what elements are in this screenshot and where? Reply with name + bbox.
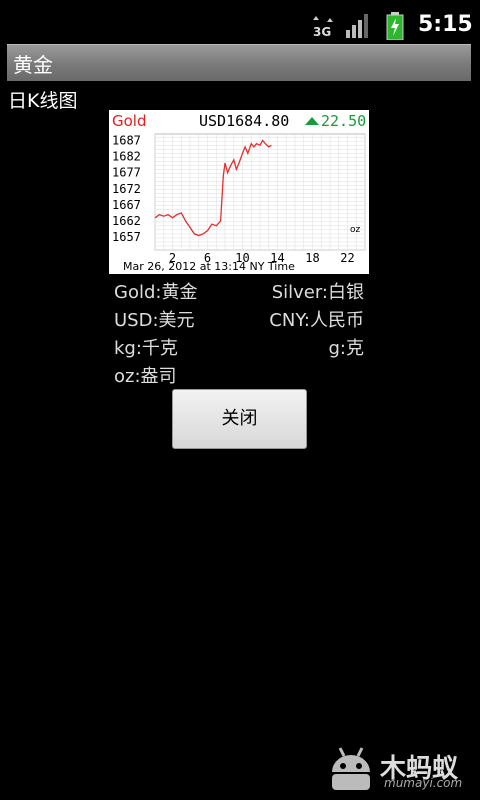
y-tick-label: 1677 bbox=[112, 166, 141, 180]
svg-text:3G: 3G bbox=[313, 25, 331, 38]
battery-charging-icon bbox=[386, 12, 404, 40]
status-bar: 3G 5:15 bbox=[0, 0, 480, 50]
y-tick-label: 1682 bbox=[112, 150, 141, 164]
y-tick-label: 1667 bbox=[112, 198, 141, 212]
price-up-arrow-icon bbox=[305, 117, 319, 125]
watermark-logo: 木蚂蚁 mumayi.com bbox=[326, 742, 476, 796]
chart-symbol: Gold bbox=[112, 112, 147, 130]
x-tick-label: 18 bbox=[305, 251, 319, 265]
legend-item: kg:千克 bbox=[114, 338, 178, 359]
clock: 5:15 bbox=[418, 12, 473, 37]
watermark-url: mumayi.com bbox=[384, 776, 463, 790]
legend-item: g:克 bbox=[328, 338, 365, 359]
window-title: 黄金 bbox=[13, 53, 53, 77]
close-button[interactable]: 关闭 bbox=[172, 389, 307, 449]
legend-item: Gold:黄金 bbox=[114, 282, 198, 303]
legend-row: kg:千克 g:克 bbox=[114, 334, 364, 362]
y-tick-label: 1687 bbox=[112, 133, 141, 147]
chart-canvas: 1687168216771672166716621657 2 6 10 14 18 22 … bbox=[112, 112, 366, 273]
legend-item: oz:盎司 bbox=[114, 366, 177, 387]
title-bar: 黄金 bbox=[7, 44, 471, 81]
legend-item: USD:美元 bbox=[114, 310, 195, 331]
page-subtitle: 日K线图 bbox=[8, 90, 78, 112]
chart-price: USD1684.80 bbox=[199, 112, 289, 130]
abbreviation-legend: Gold:黄金 Silver:白银 USD:美元 CNY:人民币 kg:千克 g… bbox=[114, 278, 364, 390]
y-tick-label: 1662 bbox=[112, 214, 141, 228]
legend-item: Silver:白银 bbox=[271, 282, 364, 303]
android-robot-icon bbox=[332, 747, 370, 790]
legend-item: CNY:人民币 bbox=[269, 310, 364, 331]
legend-row: USD:美元 CNY:人民币 bbox=[114, 306, 364, 334]
signal-strength-icon bbox=[346, 14, 368, 38]
chart-timestamp: Mar 26, 2012 at 13:14 NY Time bbox=[123, 260, 295, 273]
y-tick-label: 1672 bbox=[112, 182, 141, 196]
legend-row: oz:盎司 bbox=[114, 362, 364, 390]
y-tick-label: 1657 bbox=[112, 230, 141, 244]
x-tick-label: 22 bbox=[340, 251, 354, 265]
gold-price-chart: 1687 1682 1677 1672 1667 1662 1657 2 6 10 14 18 22 … bbox=[109, 110, 369, 274]
legend-row: Gold:黄金 Silver:白银 bbox=[114, 278, 364, 306]
chart-change: 22.50 bbox=[321, 112, 366, 130]
chart-unit: oz bbox=[350, 225, 361, 235]
3g-network-icon: 3G bbox=[313, 16, 333, 38]
